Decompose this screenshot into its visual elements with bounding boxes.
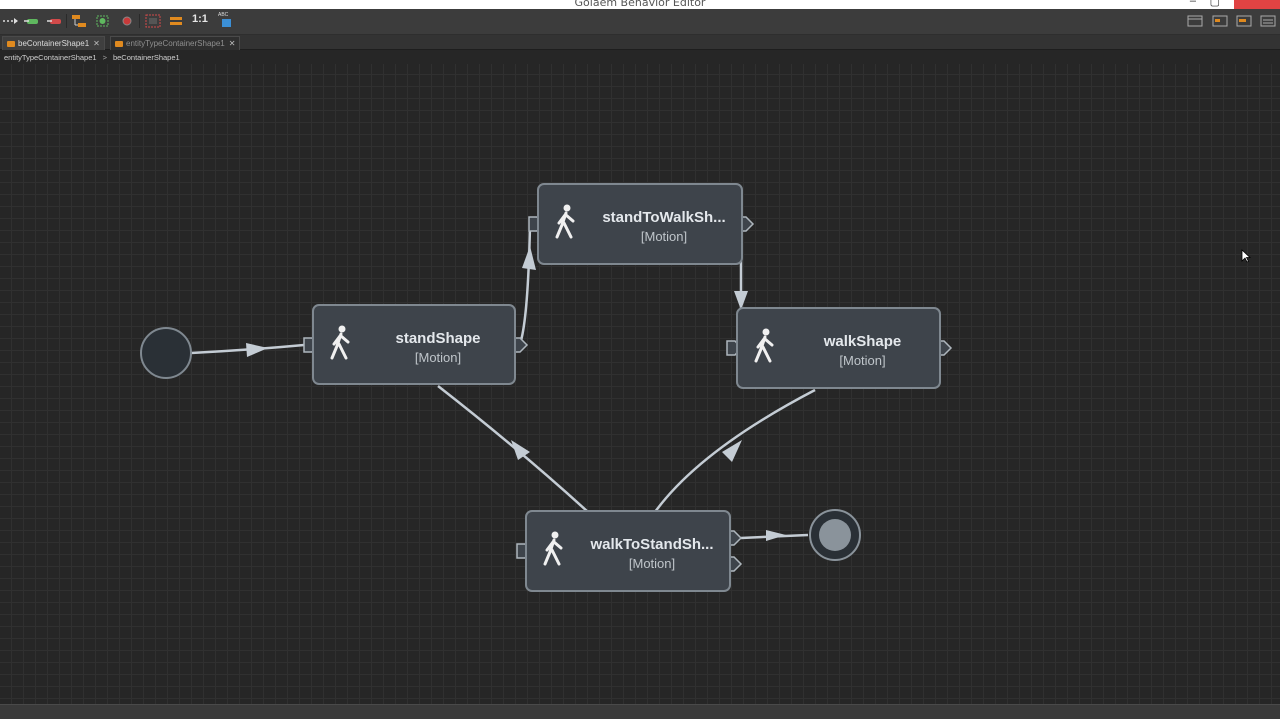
walking-person-icon	[555, 204, 575, 239]
arrowhead	[246, 343, 268, 357]
arrowhead	[522, 246, 536, 270]
edge-walktostand-to-stand[interactable]	[437, 385, 589, 513]
walking-person-icon	[330, 325, 350, 360]
node-label: walkShape	[823, 333, 902, 350]
node-type: [Motion]	[640, 229, 688, 244]
node-walk-to-stand-shape[interactable]: walkToStandSh... [Motion]	[525, 510, 731, 592]
exit-node-inner	[819, 519, 851, 551]
node-stand-shape[interactable]: standShape [Motion]	[312, 304, 516, 385]
node-walk-shape[interactable]: walkShape [Motion]	[736, 307, 941, 389]
mouse-cursor-icon	[1241, 249, 1251, 263]
node-label: walkToStandSh...	[590, 536, 714, 553]
node-type: [Motion]	[414, 350, 462, 365]
node-label: standShape	[395, 330, 481, 347]
graph-edges	[140, 216, 953, 572]
node-stand-to-walk-shape[interactable]: standToWalkSh... [Motion]	[537, 183, 743, 265]
arrowhead	[722, 440, 742, 462]
arrowhead	[766, 530, 786, 541]
node-label: standToWalkSh...	[602, 209, 726, 226]
edge-stand-to-standtowalk[interactable]	[518, 224, 532, 345]
entry-node[interactable]	[140, 327, 192, 379]
status-bar	[0, 704, 1280, 719]
node-type: [Motion]	[628, 556, 676, 571]
node-type: [Motion]	[839, 353, 886, 368]
walking-person-icon	[543, 531, 563, 566]
walking-person-icon	[754, 328, 774, 363]
